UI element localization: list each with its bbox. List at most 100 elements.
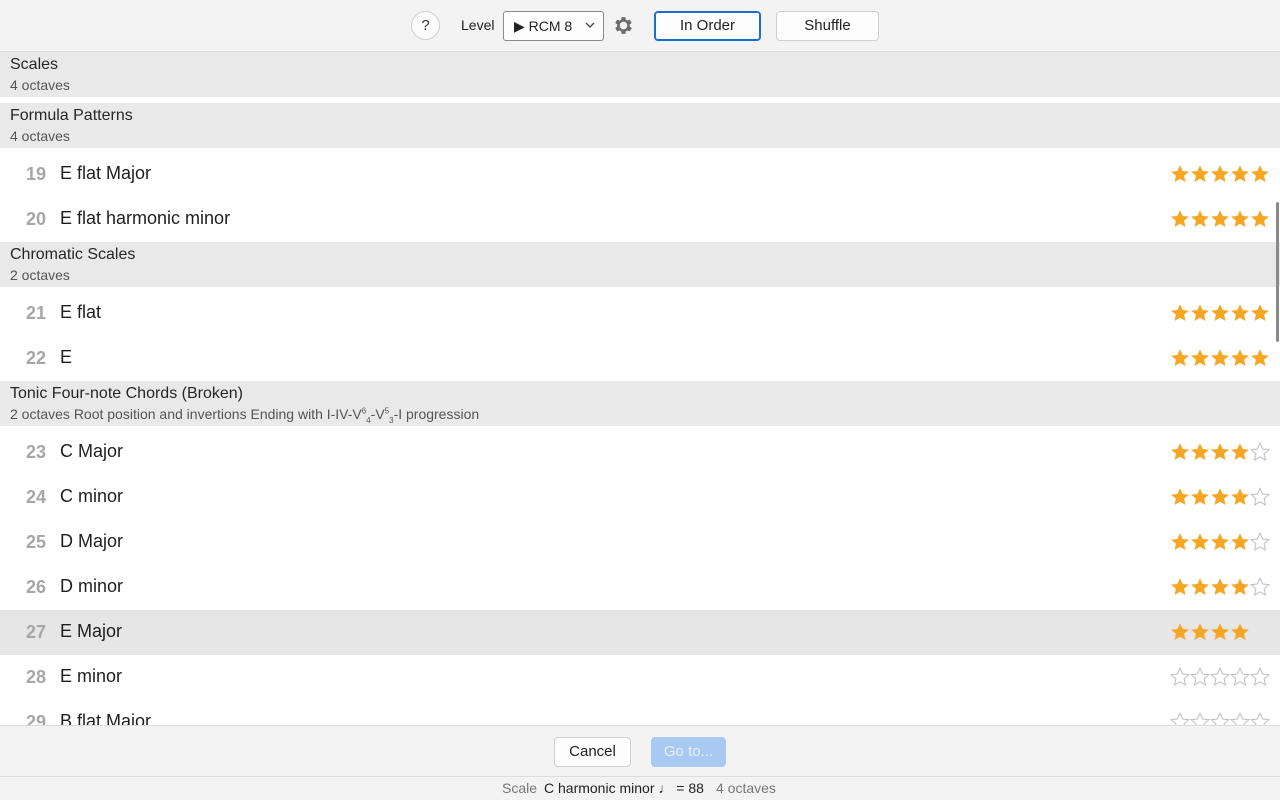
star-filled-icon[interactable] [1190,622,1210,642]
star-filled-icon[interactable] [1210,164,1230,184]
list-item[interactable]: 28 E minor [0,655,1280,700]
star-filled-icon[interactable] [1190,532,1210,552]
item-number: 20 [25,209,46,229]
star-empty-icon[interactable] [1250,712,1270,725]
star-rating[interactable] [1170,348,1270,368]
star-filled-icon[interactable] [1230,303,1250,323]
star-empty-icon[interactable] [1210,667,1230,687]
settings-gear-icon[interactable] [612,14,635,37]
star-filled-icon[interactable] [1170,348,1190,368]
star-empty-icon[interactable] [1190,712,1210,725]
section-subtitle: 2 octaves [10,267,70,283]
star-rating[interactable] [1170,532,1270,552]
star-filled-icon[interactable] [1170,303,1190,323]
star-filled-icon[interactable] [1210,303,1230,323]
go-to-button[interactable]: Go to... [651,737,726,767]
level-dropdown[interactable]: ▶ RCM 8 [503,11,604,41]
shuffle-button[interactable]: Shuffle [776,11,879,41]
list-item[interactable]: 22 E [0,336,1280,381]
star-filled-icon[interactable] [1230,622,1250,642]
star-filled-icon[interactable] [1170,164,1190,184]
star-filled-icon[interactable] [1210,487,1230,507]
star-filled-icon[interactable] [1190,164,1210,184]
item-name: E flat [60,302,102,322]
list-item-selected[interactable]: 27 E Major [0,610,1280,655]
star-empty-icon[interactable] [1250,667,1270,687]
star-rating[interactable] [1170,667,1270,687]
star-filled-icon[interactable] [1170,622,1190,642]
star-filled-icon[interactable] [1190,348,1210,368]
list-item[interactable]: 29 B flat Major [0,700,1280,725]
list-item[interactable]: 19 E flat Major [0,152,1280,197]
status-octaves: 4 octaves [716,780,776,796]
star-filled-icon[interactable] [1210,209,1230,229]
star-filled-icon[interactable] [1210,622,1230,642]
cancel-button[interactable]: Cancel [554,737,631,767]
section-header-scales: Scales 4 octaves [0,52,1280,97]
star-filled-icon[interactable] [1250,164,1270,184]
star-empty-icon[interactable] [1230,667,1250,687]
star-empty-icon[interactable] [1230,712,1250,725]
star-filled-icon[interactable] [1170,532,1190,552]
help-button[interactable]: ? [411,11,440,40]
status-exercise-name: C harmonic minor ♩ = 88 [544,780,704,796]
star-empty-icon[interactable] [1250,532,1270,552]
star-empty-icon[interactable] [1250,577,1270,597]
star-empty-icon[interactable] [1170,712,1190,725]
item-number: 29 [25,712,46,725]
star-rating[interactable] [1170,442,1270,462]
star-empty-icon[interactable] [1190,667,1210,687]
star-filled-icon[interactable] [1230,348,1250,368]
list-item[interactable]: 26 D minor [0,565,1280,610]
level-dropdown-value: ▶ RCM 8 [514,18,573,34]
star-empty-icon[interactable] [1250,442,1270,462]
list-item[interactable]: 20 E flat harmonic minor [0,197,1280,242]
star-empty-icon[interactable] [1170,667,1190,687]
star-empty-icon[interactable] [1210,712,1230,725]
list-item[interactable]: 25 D Major [0,520,1280,565]
item-name: E [60,347,73,367]
star-empty-icon[interactable] [1250,487,1270,507]
item-number: 24 [25,487,46,507]
star-rating[interactable] [1170,577,1270,597]
scrollbar-thumb[interactable] [1276,202,1279,342]
star-filled-icon[interactable] [1170,209,1190,229]
star-filled-icon[interactable] [1250,303,1270,323]
star-filled-icon[interactable] [1170,487,1190,507]
star-filled-icon[interactable] [1230,487,1250,507]
star-rating[interactable] [1170,303,1270,323]
item-number: 25 [25,532,46,552]
star-filled-icon[interactable] [1230,164,1250,184]
list-item[interactable]: 23 C Major [0,430,1280,475]
star-rating[interactable] [1170,622,1270,642]
top-toolbar: ? Level ▶ RCM 8 In Order Shuffle [0,0,1280,52]
star-filled-icon[interactable] [1210,577,1230,597]
star-filled-icon[interactable] [1190,303,1210,323]
star-filled-icon[interactable] [1250,348,1270,368]
star-filled-icon[interactable] [1210,532,1230,552]
star-filled-icon[interactable] [1170,577,1190,597]
star-filled-icon[interactable] [1250,209,1270,229]
star-filled-icon[interactable] [1210,348,1230,368]
section-subtitle: 4 octaves [10,77,70,93]
star-filled-icon[interactable] [1230,442,1250,462]
chevron-down-icon [585,22,595,28]
star-filled-icon[interactable] [1190,442,1210,462]
star-filled-icon[interactable] [1230,209,1250,229]
star-filled-icon[interactable] [1210,442,1230,462]
star-filled-icon[interactable] [1190,577,1210,597]
star-rating[interactable] [1170,209,1270,229]
star-filled-icon[interactable] [1230,532,1250,552]
exercise-list[interactable]: Scales 4 octaves Formula Patterns 4 octa… [0,52,1280,725]
star-filled-icon[interactable] [1190,209,1210,229]
in-order-button[interactable]: In Order [654,11,761,41]
star-rating[interactable] [1170,164,1270,184]
star-filled-icon[interactable] [1230,577,1250,597]
status-bar: Scale C harmonic minor ♩ = 88 4 octaves [0,777,1280,800]
star-rating[interactable] [1170,487,1270,507]
star-rating[interactable] [1170,712,1270,725]
star-filled-icon[interactable] [1170,442,1190,462]
list-item[interactable]: 24 C minor [0,475,1280,520]
star-filled-icon[interactable] [1190,487,1210,507]
list-item[interactable]: 21 E flat [0,291,1280,336]
